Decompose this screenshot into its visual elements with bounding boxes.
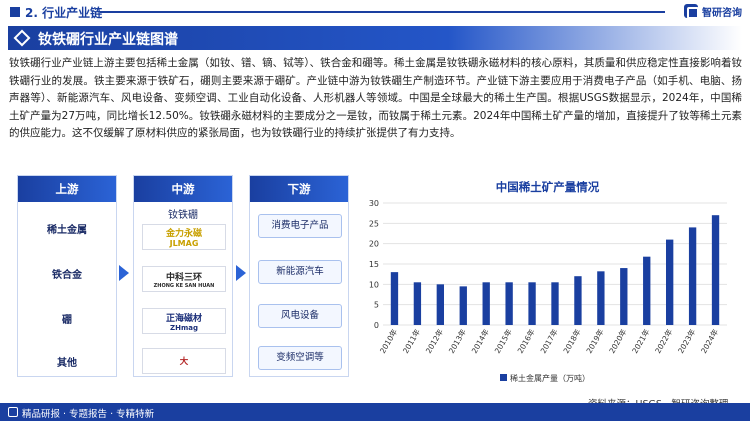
title-banner: 钕铁硼行业产业链图谱 [8, 26, 742, 50]
bar [688, 227, 697, 325]
bar [643, 256, 651, 325]
footer-bar: 精品研报 · 专题报告 · 专精特新 [0, 403, 750, 421]
report-icon [8, 407, 18, 417]
bar [551, 282, 559, 325]
brand-logo[interactable]: 智研咨询 [684, 4, 742, 19]
x-tick-label: 2021年 [630, 327, 652, 355]
y-tick-label: 5 [374, 301, 379, 310]
top-bar: 2. 行业产业链 智研咨询 [0, 0, 750, 24]
section-title: 2. 行业产业链 [25, 6, 103, 20]
brand-name: 智研咨询 [702, 7, 742, 19]
bar [505, 282, 513, 325]
zhenghai-logo: 正海磁材 ZHmag [142, 308, 226, 334]
downstream-column: 下游 消费电子产品 新能源汽车 风电设备 变频空调等 [249, 175, 349, 377]
upstream-item: 其他 [57, 358, 77, 369]
x-tick-label: 2010年 [377, 327, 399, 355]
chain-arrow-icon [236, 265, 246, 281]
page-title: 钕铁硼行业产业链图谱 [38, 32, 178, 48]
downstream-title: 下游 [250, 176, 348, 202]
bar [436, 284, 445, 325]
x-tick-label: 2022年 [652, 327, 674, 355]
x-tick-label: 2017年 [538, 327, 560, 355]
footer-text: 精品研报 · 专题报告 · 专精特新 [22, 409, 155, 420]
midstream-column: 中游 钕铁硼 金力永磁 JLMAG 中科三环 ZHONG KE SAN HUAN… [133, 175, 233, 377]
x-tick-label: 2019年 [584, 327, 606, 355]
x-tick-label: 2012年 [423, 327, 445, 355]
jinli-logo: 金力永磁 JLMAG [142, 224, 226, 250]
upstream-item: 稀土金属 [47, 225, 87, 236]
chart-canvas: 0510152025302010年 2011年 2012年 2013年 2014年 201… [369, 199, 727, 383]
y-tick-label: 30 [369, 199, 379, 208]
logo-text: 金力永磁 [165, 229, 202, 239]
chain-arrow-icon [119, 265, 129, 281]
x-tick-label: 2024年 [698, 327, 720, 355]
bar [574, 276, 582, 325]
midstream-title: 中游 [134, 176, 232, 202]
logo-subtext: JLMAG [169, 239, 199, 248]
x-tick-label: 2020年 [607, 327, 629, 355]
bar [620, 268, 628, 325]
bar [413, 282, 422, 325]
intro-paragraph: 钕铁硼行业产业链上游主要包括稀土金属（如钕、镨、镝、铽等）、铁合金和硼等。稀土金… [9, 57, 742, 139]
brand-logo-icon [684, 4, 699, 19]
downstream-item: 消费电子产品 [258, 214, 342, 238]
logo-text: 正海磁材 [165, 313, 202, 324]
downstream-item: 变频空调等 [258, 346, 342, 370]
bar [665, 239, 674, 325]
bar [711, 215, 720, 325]
other-logo: 大 [142, 348, 226, 374]
bar [528, 282, 536, 325]
x-tick-label: 2013年 [446, 327, 468, 355]
production-chart: 中国稀土矿产量情况 0 5 10 15 20 25 30 2010年 2011年 2012年 201… [355, 175, 740, 385]
section-divider [100, 11, 665, 13]
legend-label: 稀土金属产量（万吨） [510, 373, 590, 383]
zhongke-sanhuan-logo: 中科三环 ZHONG KE SAN HUAN [142, 266, 226, 292]
upstream-title: 上游 [18, 176, 116, 202]
section-marker-icon [10, 7, 20, 17]
diamond-icon [13, 29, 31, 47]
y-tick-label: 20 [369, 240, 379, 249]
x-tick-label: 2011年 [400, 327, 422, 355]
bar [459, 286, 467, 325]
logo-text: 中科三环 [165, 272, 202, 283]
logo-subtext: ZHmag [170, 323, 198, 332]
y-tick-label: 15 [369, 260, 379, 269]
y-tick-label: 0 [374, 321, 379, 330]
downstream-item: 风电设备 [258, 304, 342, 328]
logo-subtext: ZHONG KE SAN HUAN [153, 282, 215, 289]
downstream-item: 新能源汽车 [258, 260, 342, 284]
y-tick-label: 10 [369, 280, 379, 289]
upstream-column: 上游 稀土金属 铁合金 硼 其他 [17, 175, 117, 377]
bar [390, 272, 399, 325]
x-tick-label: 2014年 [469, 327, 491, 355]
x-tick-label: 2015年 [492, 327, 514, 355]
bar [597, 271, 605, 325]
x-tick-label: 2023年 [675, 327, 697, 355]
midstream-label: 钕铁硼 [168, 210, 198, 221]
logo-text: 大 [179, 357, 189, 367]
bar [482, 282, 490, 325]
y-tick-label: 25 [369, 219, 379, 228]
x-tick-label: 2018年 [561, 327, 583, 355]
upstream-item: 硼 [62, 315, 72, 326]
legend-swatch [500, 374, 507, 381]
x-tick-label: 2016年 [515, 327, 537, 355]
upstream-item: 铁合金 [52, 270, 82, 281]
